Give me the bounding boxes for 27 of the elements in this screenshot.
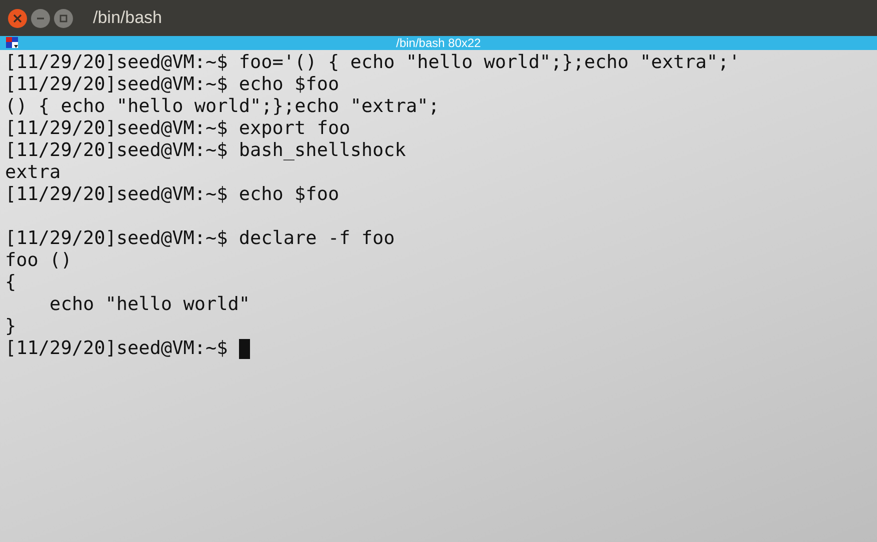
window-title: /bin/bash <box>93 7 162 30</box>
command-text: echo $foo <box>238 74 340 96</box>
command-text: export foo <box>238 118 350 140</box>
output-text: () { echo "hello world";};echo "extra"; <box>5 96 440 118</box>
shell-prompt: [11/29/20]seed@VM:~$ <box>5 52 228 74</box>
command-text: echo $foo <box>238 184 340 206</box>
output-text: } <box>5 316 16 338</box>
command-text: bash_shellshock <box>238 140 406 162</box>
command-text: foo='() { echo "hello world";};echo "extra";' <box>238 52 740 74</box>
shell-prompt: [11/29/20]seed@VM:~$ <box>5 228 228 250</box>
output-text: foo () <box>5 250 72 272</box>
output-text: extra <box>5 162 61 184</box>
maximize-icon <box>59 14 68 22</box>
shell-prompt: [11/29/20]seed@VM:~$ <box>5 338 228 360</box>
terminal-menu-icon[interactable] <box>6 37 20 49</box>
shell-prompt: [11/29/20]seed@VM:~$ <box>5 118 228 140</box>
output-text: echo "hello world" <box>48 294 250 316</box>
shell-prompt: [11/29/20]seed@VM:~$ <box>5 74 228 96</box>
output-text: { <box>5 272 16 294</box>
minimize-button[interactable] <box>31 8 50 28</box>
maximize-button[interactable] <box>54 8 73 28</box>
close-button[interactable] <box>8 8 27 28</box>
terminal-title: /bin/bash 80x22 <box>396 36 481 50</box>
shell-prompt: [11/29/20]seed@VM:~$ <box>5 184 228 206</box>
shell-prompt: [11/29/20]seed@VM:~$ <box>5 140 228 162</box>
command-text: declare -f foo <box>238 228 395 250</box>
close-icon <box>13 14 22 22</box>
